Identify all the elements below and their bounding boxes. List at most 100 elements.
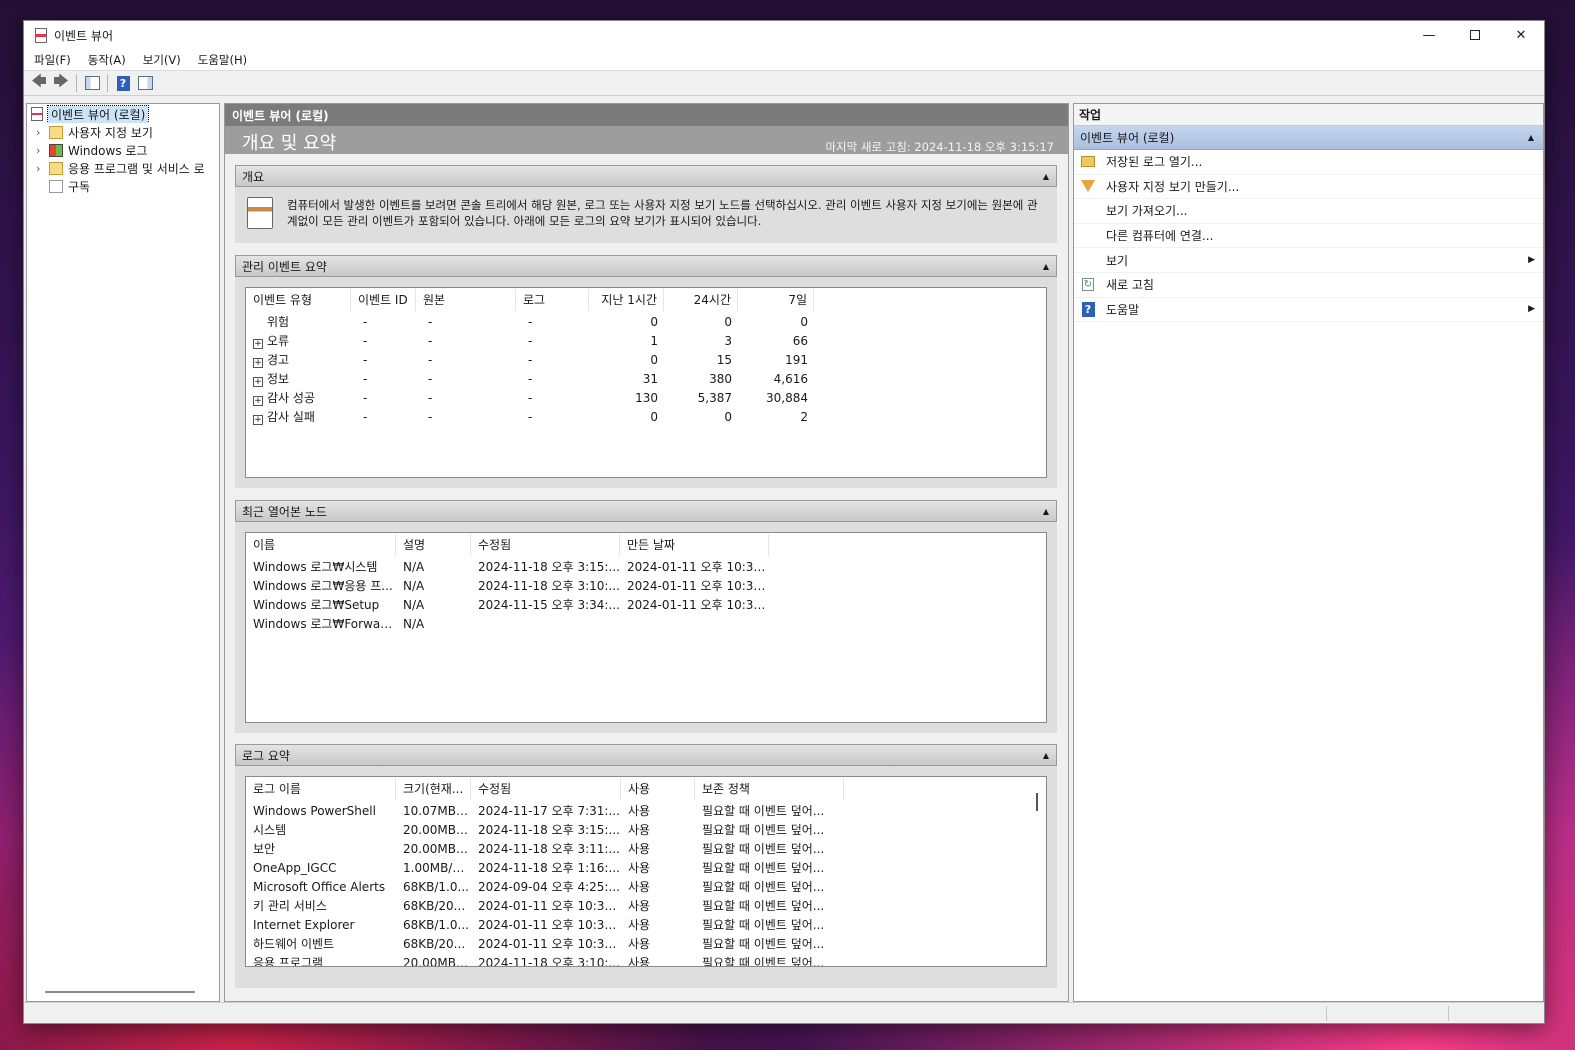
admin-summary-section-header[interactable]: 관리 이벤트 요약 ▲ [235, 255, 1057, 277]
table-cell: - [428, 333, 433, 348]
event-viewer-icon [35, 27, 47, 43]
column-header[interactable]: 만든 날짜 [620, 534, 769, 556]
tree-item-root[interactable]: 이벤트 뷰어 (로컬) [27, 105, 219, 123]
column-header[interactable]: 설명 [396, 534, 471, 556]
action-label: 도움말 [1106, 302, 1140, 317]
table-row[interactable]: + 감사 실패 - - - 0 0 2 [246, 407, 1046, 426]
expand-icon[interactable]: + [253, 377, 263, 387]
column-header[interactable]: 수정됨 [471, 778, 621, 800]
recent-nodes-section-header[interactable]: 최근 열어본 노드 ▲ [235, 500, 1057, 522]
help-button[interactable]: ? [112, 73, 134, 93]
action-item[interactable]: 저장된 로그 열기... [1074, 150, 1543, 175]
menu-action[interactable]: 동작(A) [88, 52, 126, 68]
chevron-right-icon[interactable]: › [36, 144, 46, 157]
table-cell: 2024-11-18 오후 1:16:... [478, 861, 620, 875]
table-row[interactable]: Windows 로그₩Forward... N/A [246, 614, 1046, 633]
tree-item-label: 이벤트 뷰어 (로컬) [46, 105, 150, 123]
table-row[interactable]: 응용 프로그램 20.00MB/... 2024-11-18 오후 3:10:...… [246, 953, 1046, 967]
action-item[interactable]: 보기 ▶ [1074, 248, 1543, 273]
expand-icon[interactable]: + [253, 339, 263, 349]
table-cell: N/A [403, 559, 425, 574]
table-row[interactable]: Microsoft Office Alerts 68KB/1.0... 2024-0… [246, 877, 1046, 896]
action-item[interactable]: 사용자 지정 보기 만들기... [1074, 175, 1543, 200]
menu-help[interactable]: 도움말(H) [198, 52, 247, 68]
column-header[interactable]: 지난 1시간 [589, 289, 664, 311]
action-item[interactable]: 다른 컴퓨터에 연결... [1074, 224, 1543, 249]
table-row[interactable]: Windows 로그₩응용 프... N/A 2024-11-18 오후 3:10:… [246, 576, 1046, 595]
table-cell: - [363, 314, 368, 329]
forward-button[interactable]: 🡆 [50, 72, 72, 93]
expand-icon[interactable]: + [253, 415, 263, 425]
menu-view[interactable]: 보기(V) [143, 52, 181, 68]
tree-item-windows-logs[interactable]: › Windows 로그 [27, 141, 219, 159]
collapse-icon[interactable]: ▲ [1043, 172, 1049, 181]
expand-icon[interactable]: + [253, 396, 263, 406]
collapse-icon[interactable]: ▲ [1528, 133, 1534, 142]
action-item[interactable]: 보기 가져오기... [1074, 199, 1543, 224]
collapse-icon[interactable]: ▲ [1043, 507, 1049, 516]
table-cell: 4,616 [773, 371, 808, 386]
column-header[interactable]: 원본 [416, 289, 516, 311]
table-row[interactable]: + 오류 - - - 1 3 66 [246, 331, 1046, 350]
chevron-right-icon[interactable]: › [36, 126, 46, 139]
tree-item-app-service-logs[interactable]: › 응용 프로그램 및 서비스 로 [27, 159, 219, 177]
column-header[interactable]: 7일 [738, 289, 814, 311]
show-hide-action-pane-button[interactable] [134, 73, 156, 93]
overview-section-header[interactable]: 개요 ▲ [235, 165, 1057, 187]
horizontal-scrollbar[interactable] [45, 991, 195, 993]
column-header[interactable]: 크기(현재... [396, 778, 471, 800]
column-header[interactable]: 이벤트 ID [351, 289, 416, 311]
overview-text: 컴퓨터에서 발생한 이벤트를 보려면 콘솔 트리에서 해당 원본, 로그 또는 … [287, 198, 1038, 228]
table-cell: 0 [650, 409, 658, 424]
column-header[interactable]: 이벤트 유형 [246, 289, 351, 311]
table-row[interactable]: 하드웨어 이벤트 68KB/20... 2024-01-11 오후 10:36...… [246, 934, 1046, 953]
expand-icon[interactable]: + [253, 358, 263, 368]
column-header[interactable]: 로그 [516, 289, 589, 311]
tree-item-custom-views[interactable]: › 사용자 지정 보기 [27, 123, 219, 141]
table-row[interactable]: + 정보 - - - 31 380 4,616 [246, 369, 1046, 388]
collapse-icon[interactable]: ▲ [1043, 751, 1049, 760]
chevron-right-icon[interactable]: › [36, 162, 46, 175]
log-summary-section-header[interactable]: 로그 요약 ▲ [235, 744, 1057, 766]
main-header: 이벤트 뷰어 (로컬) [225, 104, 1068, 126]
table-row[interactable]: 위험 - - - 0 0 0 [246, 312, 1046, 331]
maximize-button[interactable] [1452, 21, 1498, 49]
table-row[interactable]: 시스템 20.00MB/... 2024-11-18 오후 3:15:... 사용 필요… [246, 820, 1046, 839]
action-item[interactable]: ↻ 새로 고침 [1074, 273, 1543, 298]
table-row[interactable]: OneApp_IGCC 1.00MB/1... 2024-11-18 오후 1:16… [246, 858, 1046, 877]
minimize-button[interactable]: — [1406, 21, 1452, 49]
column-header[interactable]: 로그 이름 [246, 778, 396, 800]
table-row[interactable]: Windows 로그₩시스템 N/A 2024-11-18 오후 3:15:... 2… [246, 557, 1046, 576]
table-cell: 10.07MB/... [403, 803, 471, 818]
column-header[interactable]: 이름 [246, 534, 396, 556]
subscription-icon [49, 179, 63, 193]
table-row[interactable]: Windows PowerShell 10.07MB/... 2024-11-17 … [246, 801, 1046, 820]
back-button[interactable]: 🡄 [28, 72, 50, 93]
close-button[interactable]: ✕ [1498, 21, 1544, 49]
table-cell: 0 [724, 314, 732, 329]
show-hide-console-tree-button[interactable] [81, 73, 103, 93]
table-cell: 사용 [628, 937, 651, 951]
column-header[interactable]: 사용 [621, 778, 695, 800]
column-header[interactable]: 24시간 [664, 289, 738, 311]
collapse-icon[interactable]: ▲ [1043, 262, 1049, 271]
table-row[interactable]: + 경고 - - - 0 15 191 [246, 350, 1046, 369]
table-cell: Internet Explorer [253, 917, 355, 932]
title-bar[interactable]: 이벤트 뷰어 — ✕ [24, 21, 1544, 49]
actions-group-header[interactable]: 이벤트 뷰어 (로컬) ▲ [1074, 126, 1543, 150]
vertical-scrollbar[interactable] [1036, 793, 1038, 811]
table-row[interactable]: 키 관리 서비스 68KB/20... 2024-01-11 오후 10:36...… [246, 896, 1046, 915]
table-row[interactable]: Internet Explorer 68KB/1.0... 2024-01-11 오… [246, 915, 1046, 934]
table-cell: 1.00MB/1... [403, 860, 471, 875]
action-item[interactable]: ? 도움말 ▶ [1074, 298, 1543, 323]
column-header[interactable]: 수정됨 [471, 534, 620, 556]
table-cell: 필요할 때 이벤트 덮어... [702, 918, 825, 932]
menu-file[interactable]: 파일(F) [34, 52, 71, 68]
tree-item-subscriptions[interactable]: 구독 [27, 177, 219, 195]
table-row[interactable]: 보안 20.00MB/... 2024-11-18 오후 3:11:... 사용 필요할… [246, 839, 1046, 858]
table-row[interactable]: + 감사 성공 - - - 130 5,387 30,884 [246, 388, 1046, 407]
column-header[interactable]: 보존 정책 [695, 778, 844, 800]
table-row[interactable]: Windows 로그₩Setup N/A 2024-11-15 오후 3:34:..… [246, 595, 1046, 614]
action-label: 사용자 지정 보기 만들기... [1106, 179, 1240, 194]
tree-item-label: 응용 프로그램 및 서비스 로 [68, 161, 205, 176]
